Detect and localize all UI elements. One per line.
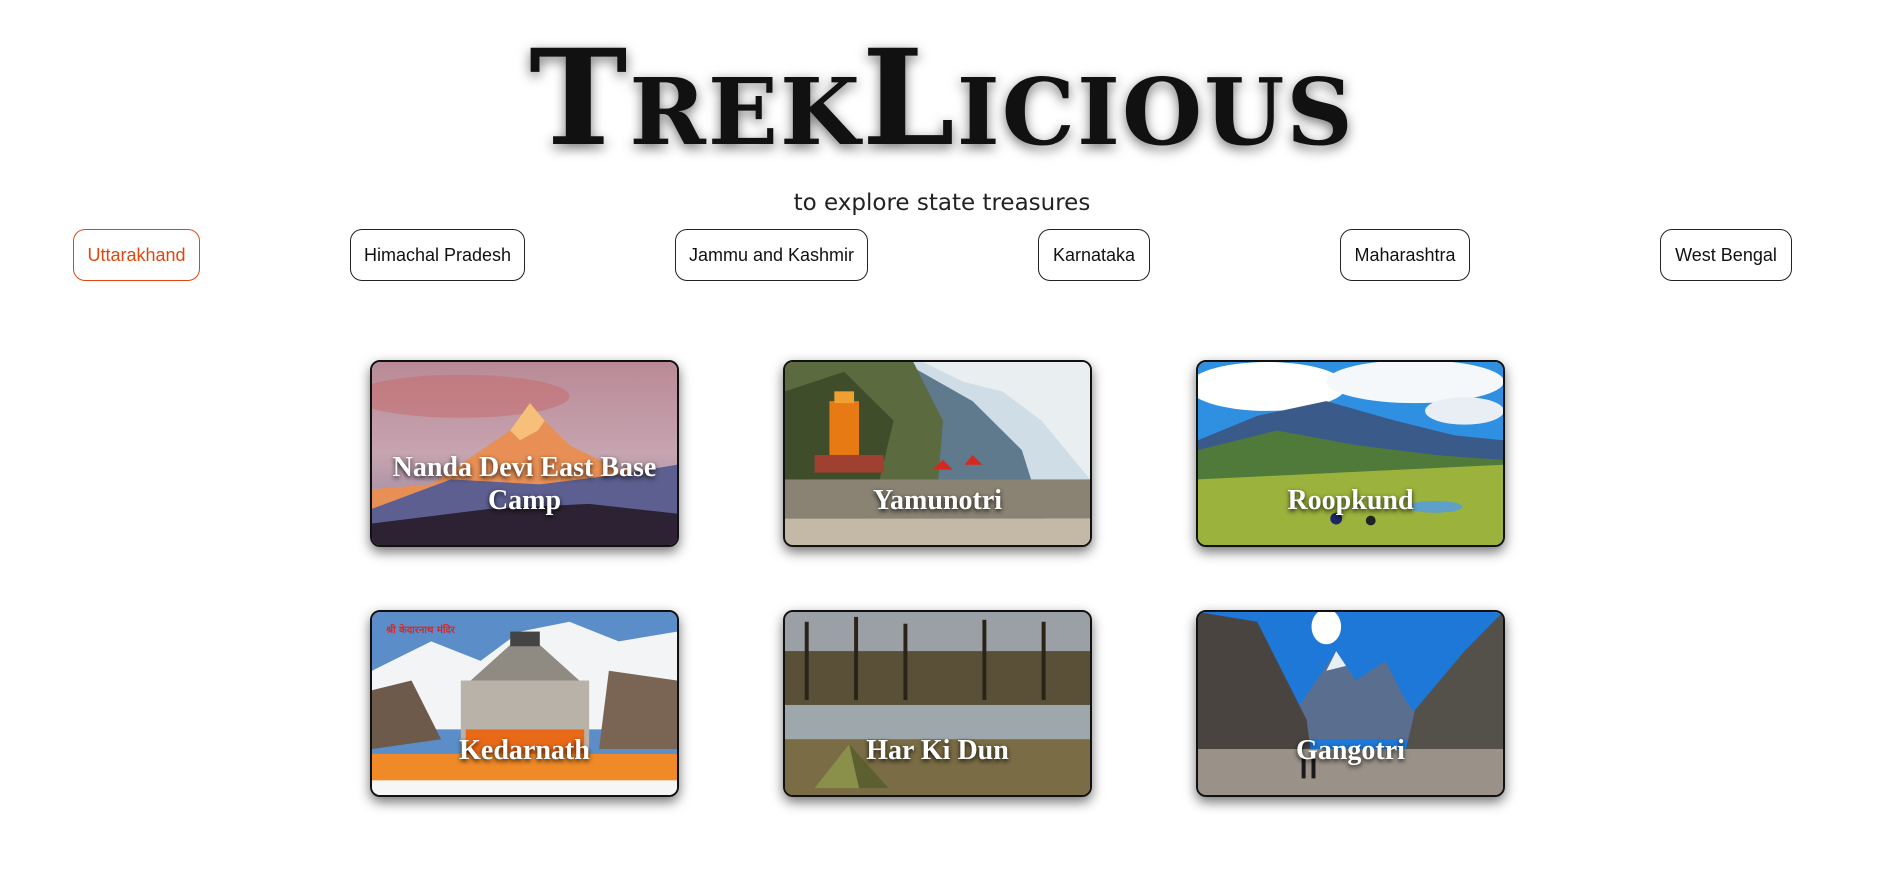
trek-card-title: Nanda Devi East Base Camp: [392, 452, 657, 516]
trek-card-image: [372, 612, 677, 795]
trek-card-gangotri[interactable]: Gangotri: [1196, 610, 1505, 797]
trek-card-image: [1198, 362, 1503, 545]
trek-card-title: Kedarnath: [459, 735, 590, 766]
state-button-himachal-pradesh[interactable]: Himachal Pradesh: [350, 229, 525, 281]
trek-card-title: Yamunotri: [872, 485, 1003, 516]
trek-card-nanda-devi-east-base-camp[interactable]: Nanda Devi East Base Camp: [370, 360, 679, 547]
state-button-maharashtra[interactable]: Maharashtra: [1340, 229, 1470, 281]
trek-card-kedarnath[interactable]: श्री केदारनाथ मंदिर Kedarnath: [370, 610, 679, 797]
state-button-jammu-and-kashmir[interactable]: Jammu and Kashmir: [675, 229, 868, 281]
trek-card-title: Gangotri: [1296, 735, 1405, 766]
trek-card-yamunotri[interactable]: Yamunotri: [783, 360, 1092, 547]
trek-card-har-ki-dun[interactable]: Har Ki Dun: [783, 610, 1092, 797]
trek-card-roopkund[interactable]: Roopkund: [1196, 360, 1505, 547]
state-button-west-bengal[interactable]: West Bengal: [1660, 229, 1792, 281]
trek-card-image: [785, 612, 1090, 795]
trek-card-title: Roopkund: [1287, 485, 1414, 516]
brand-logo: TrekLicious: [529, 21, 1355, 176]
trek-card-image: [1198, 612, 1503, 795]
trek-card-title: Har Ki Dun: [866, 735, 1009, 766]
state-button-karnataka[interactable]: Karnataka: [1038, 229, 1150, 281]
trek-card-image: [785, 362, 1090, 545]
temple-sign-text: श्री केदारनाथ मंदिर: [386, 625, 455, 636]
state-button-uttarakhand[interactable]: Uttarakhand: [73, 229, 200, 281]
tagline: to explore state treasures: [793, 190, 1091, 216]
